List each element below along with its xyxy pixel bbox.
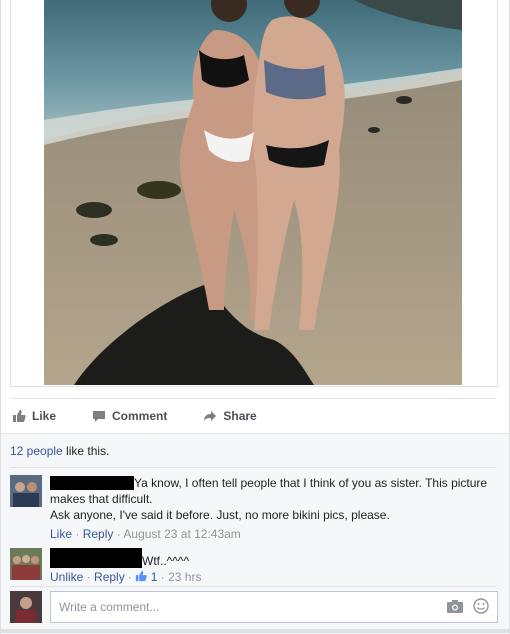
comments-section: 12 people like this. Ya know, I often te… [1,433,509,634]
bottom-edge [0,629,510,633]
likes-summary: 12 people like this. [10,444,109,458]
divider [10,586,496,587]
comment-like-count[interactable]: 1 [135,570,157,584]
comment-time[interactable]: 23 hrs [168,570,201,584]
comment-placeholder: Write a comment... [59,600,160,614]
comment-unlike-link[interactable]: Unlike [50,570,83,584]
comment-text: Wtf..^^^^ [142,554,190,568]
comment-label: Comment [112,409,168,423]
speech-bubble-icon [92,409,106,423]
emoji-icon[interactable] [473,598,489,614]
comment-reply-link[interactable]: Reply [83,527,114,541]
share-label: Share [223,409,257,423]
redacted-name [50,548,142,568]
thumbs-up-icon [135,570,148,584]
post-actions: Like Comment Share [10,398,496,433]
redacted-name [50,476,134,490]
comment-input[interactable]: Write a comment... [50,591,498,623]
beach-photo [44,0,462,385]
comment-like-link[interactable]: Like [50,527,72,541]
share-arrow-icon [203,409,217,423]
thumbs-up-icon [12,409,26,423]
avatar[interactable] [10,548,42,580]
post-card: Like Comment Share 12 people like this. [0,0,510,634]
photo-frame [10,0,498,387]
like-button[interactable]: Like [12,409,56,423]
comment-body: Ya know, I often tell people that I thin… [50,475,490,542]
likes-count-link[interactable]: 12 people [10,444,63,458]
comment-reply-link[interactable]: Reply [94,570,125,584]
comment-time[interactable]: August 23 at 12:43am [123,527,240,541]
comment-meta: Like · Reply · August 23 at 12:43am [50,527,241,541]
avatar[interactable] [10,475,42,507]
comment-body: Wtf..^^^^ Unlike · Reply · 1 · 23 hrs [50,548,490,585]
divider [10,467,496,468]
like-label: Like [32,409,57,423]
share-button[interactable]: Share [203,409,257,423]
comment-composer: Write a comment... [10,591,498,625]
comment-text-line2: Ask anyone, I've said it before. Just, n… [50,508,390,522]
avatar[interactable] [10,591,42,623]
likes-suffix: like this. [62,444,110,458]
comment-meta: Unlike · Reply · 1 · 23 hrs [50,570,202,584]
comment-button[interactable]: Comment [92,409,167,423]
post-photo[interactable] [44,0,462,385]
camera-icon[interactable] [447,600,463,613]
